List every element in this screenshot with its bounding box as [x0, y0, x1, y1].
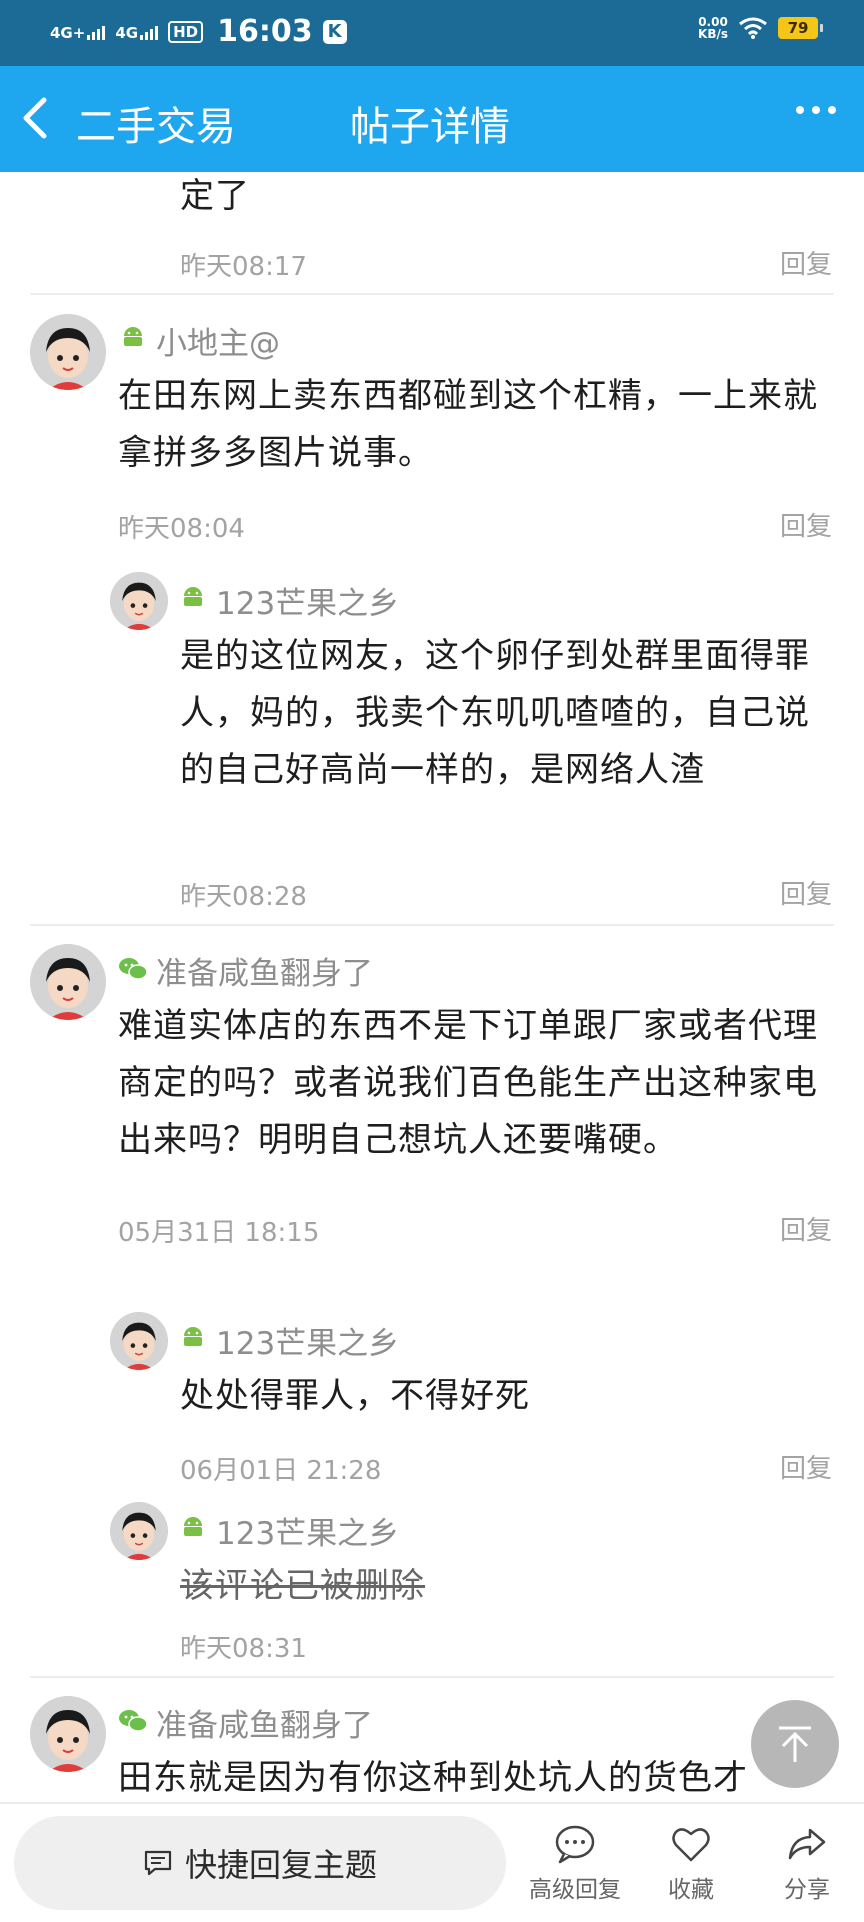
comment-time: 05月31日 18:15 [118, 1218, 320, 1248]
k-app-icon: K [322, 19, 347, 44]
back-button[interactable] [20, 90, 70, 146]
page-title: 帖子详情 [350, 104, 510, 150]
reply-text: 是的这位网友，这个卵仔到处群里面得罪人，妈的，我卖个东叽叽喳喳的，自己说的自己好… [180, 636, 810, 790]
comment-icon [144, 1850, 172, 1876]
comment-text: 田东就是因为有你这种到处坑人的货色才 [118, 1758, 748, 1798]
wechat-icon [119, 958, 148, 980]
divider [30, 293, 834, 295]
username[interactable]: 小地主@ [156, 318, 280, 363]
username[interactable]: 123芒果之乡 [216, 1318, 399, 1363]
network-speed: 0.00 KB/s [698, 15, 728, 41]
reply-button[interactable]: 回复 [780, 1210, 832, 1247]
username[interactable]: 123芒果之乡 [216, 578, 399, 623]
more-menu-button[interactable] [796, 106, 836, 114]
avatar[interactable] [110, 572, 168, 630]
battery-indicator: 79 [778, 17, 823, 39]
heart-icon [672, 1828, 710, 1862]
username[interactable]: 准备咸鱼翻身了 [156, 948, 373, 993]
comment-time: 昨天08:04 [118, 514, 245, 544]
favorite-label: 收藏 [668, 1877, 714, 1903]
avatar[interactable] [110, 1312, 168, 1370]
bottom-bar: 快捷回复主题 高级回复 收藏 分享 [0, 1802, 864, 1922]
android-icon [124, 327, 142, 346]
arrow-up-icon [779, 1726, 811, 1762]
android-icon [184, 1327, 202, 1346]
comment-text: 定了 [180, 176, 250, 216]
share-icon [788, 1828, 826, 1860]
title-bar: 二手交易 帖子详情 [0, 66, 864, 172]
reply-button[interactable]: 回复 [780, 874, 832, 911]
hd-voice-icon: HD [168, 20, 204, 43]
signal-4g-icon: 4G [115, 24, 159, 40]
avatar[interactable] [30, 1696, 106, 1772]
back-to-top-button[interactable] [751, 1700, 839, 1788]
signal-4g-plus-icon: 4G+ [50, 24, 106, 40]
reply-button[interactable]: 回复 [780, 1448, 832, 1485]
comment-time: 昨天08:17 [180, 252, 307, 282]
avatar[interactable] [30, 314, 106, 390]
advanced-reply-button[interactable]: 高级回复 [520, 1824, 630, 1904]
status-bar: 4G+ 4G HD 16:03 K 0.00 KB/s 79 [0, 0, 864, 66]
deleted-comment-text: 该评论已被删除 [180, 1566, 425, 1606]
comment-time: 昨天08:31 [180, 1634, 307, 1664]
share-button[interactable]: 分享 [752, 1824, 862, 1904]
comment-list[interactable]: 定了 昨天08:17 回复 小地主@ 在田东网上卖东西都碰到这个杠精，一上来就拿… [0, 172, 864, 1802]
reply-button[interactable]: 回复 [780, 244, 832, 281]
username[interactable]: 准备咸鱼翻身了 [156, 1700, 373, 1745]
wechat-icon [119, 1710, 148, 1732]
reply-button[interactable]: 回复 [780, 506, 832, 543]
status-time: 16:03 [217, 14, 313, 49]
divider [30, 924, 834, 926]
dot-icon [796, 106, 804, 114]
chat-bubble-icon [555, 1825, 595, 1864]
chevron-left-icon [23, 97, 47, 139]
android-icon [184, 1517, 202, 1536]
avatar[interactable] [30, 944, 106, 1020]
divider [30, 1676, 834, 1678]
comment-text: 在田东网上卖东西都碰到这个杠精，一上来就拿拼多多图片说事。 [118, 376, 818, 473]
dot-icon [812, 106, 820, 114]
comment-time: 06月01日 21:28 [180, 1456, 382, 1486]
quick-reply-button[interactable]: 快捷回复主题 [14, 1816, 506, 1910]
favorite-button[interactable]: 收藏 [636, 1824, 746, 1904]
advanced-reply-label: 高级回复 [529, 1877, 621, 1903]
wifi-icon [739, 17, 767, 39]
share-label: 分享 [784, 1877, 830, 1903]
android-icon [184, 587, 202, 606]
avatar[interactable] [110, 1502, 168, 1560]
comment-text: 难道实体店的东西不是下订单跟厂家或者代理商定的吗？或者说我们百色能生产出这种家电… [118, 1006, 818, 1160]
back-label[interactable]: 二手交易 [76, 94, 236, 152]
reply-text: 处处得罪人，不得好死 [180, 1376, 530, 1416]
quick-reply-label: 快捷回复主题 [184, 1846, 377, 1884]
username[interactable]: 123芒果之乡 [216, 1508, 399, 1553]
comment-time: 昨天08:28 [180, 882, 307, 912]
dot-icon [828, 106, 836, 114]
